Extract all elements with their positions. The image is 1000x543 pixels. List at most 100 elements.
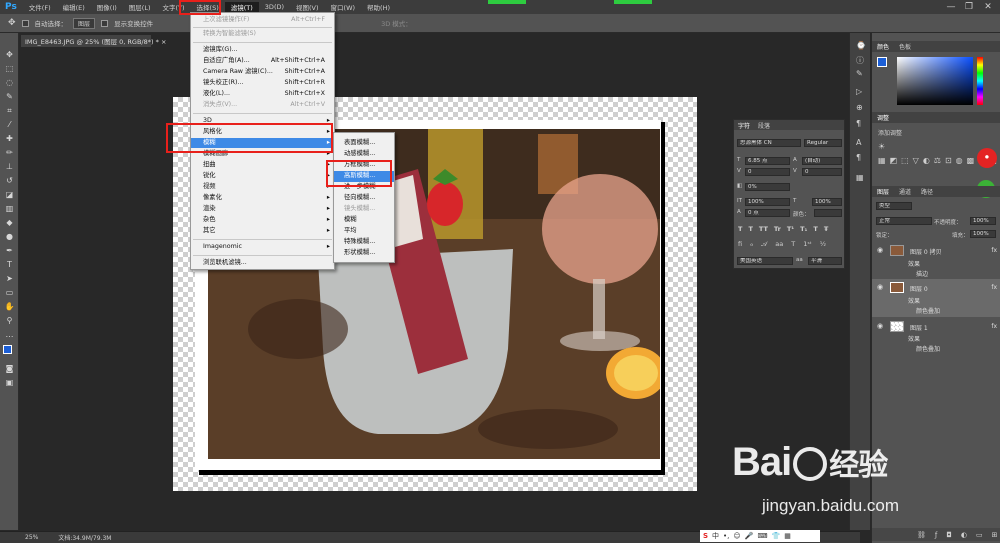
move-tool-icon[interactable]: ✥ (8, 18, 16, 28)
menu-view[interactable]: 视图(V) (290, 2, 325, 12)
menu-item-other[interactable]: 其它 ▸ (191, 226, 334, 236)
stamp-tool-icon[interactable]: ⊥ (4, 161, 15, 172)
actions-panel-icon[interactable]: ▷ (856, 87, 862, 96)
baseline-input[interactable]: 0 点 (745, 209, 790, 217)
text-color-swatch[interactable] (814, 209, 842, 217)
underline-button[interactable]: T (813, 225, 817, 234)
show-transform-checkbox[interactable] (101, 19, 109, 27)
menu-3d[interactable]: 3D(D) (259, 3, 290, 11)
link-layers-icon[interactable]: ⛓ (917, 531, 926, 539)
layer-row[interactable]: ◉ 图层 0 拷贝 fx 效果 描边 (872, 243, 1000, 279)
properties-panel-icon[interactable]: ⓘ (856, 55, 864, 66)
close-tab-icon[interactable]: × (161, 38, 166, 46)
dodge-tool-icon[interactable]: ● (4, 231, 15, 242)
gradient-tool-icon[interactable]: ▥ (4, 203, 15, 214)
opacity-input[interactable]: 100% (970, 217, 996, 225)
menu-item-noise[interactable]: 杂色 ▸ (191, 215, 334, 225)
pen-tool-icon[interactable]: ✒ (4, 245, 15, 256)
menu-item-pixelate[interactable]: 像素化 ▸ (191, 193, 334, 203)
new-layer-icon[interactable]: ⊞ (992, 531, 998, 539)
superscript-button[interactable]: T¹ (787, 225, 794, 234)
ime-tools-icon[interactable]: ▦ (784, 532, 791, 540)
blur-tool-icon[interactable]: ◆ (4, 217, 15, 228)
path-select-tool-icon[interactable]: ➤ (4, 273, 15, 284)
ime-emoji-icon[interactable]: ☺ (733, 532, 740, 540)
faux-bold-button[interactable]: T (738, 225, 742, 234)
eraser-tool-icon[interactable]: ◪ (4, 189, 15, 200)
menu-layer[interactable]: 图层(L) (123, 2, 157, 12)
visibility-eye-icon[interactable]: ◉ (877, 322, 883, 330)
close-window-button[interactable]: ✕ (981, 0, 995, 14)
menu-item-camera-raw[interactable]: Camera Raw 滤镜(C)... Shift+Ctrl+A (191, 67, 334, 77)
auto-select-dropdown[interactable]: 图层 (73, 17, 96, 29)
eyedropper-tool-icon[interactable]: ⁄ (4, 119, 15, 130)
tab-paragraph[interactable]: 段落 (758, 121, 770, 130)
ime-keyboard-icon[interactable]: ⌨ (757, 532, 767, 540)
fill-input[interactable]: 100% (970, 230, 996, 238)
font-style-select[interactable]: Regular (804, 139, 842, 147)
healing-tool-icon[interactable]: ✚ (4, 133, 15, 144)
foreground-color-swatch[interactable] (3, 345, 12, 354)
menu-help[interactable]: 帮助(H) (361, 2, 396, 12)
type-tool-icon[interactable]: T (4, 259, 15, 270)
add-mask-icon[interactable]: ◘ (946, 531, 952, 539)
tab-layers[interactable]: 图层 (877, 187, 889, 196)
menu-item-render[interactable]: 渲染 ▸ (191, 204, 334, 214)
edit-toolbar-icon[interactable]: … (4, 329, 15, 340)
visibility-eye-icon[interactable]: ◉ (877, 283, 883, 291)
crop-tool-icon[interactable]: ⌗ (4, 105, 15, 116)
leading-input[interactable]: (自动) (802, 157, 842, 165)
adjustment-icons[interactable]: ☀▦◩⬚▽◐⚖⊡◍▩⬡◳ (878, 140, 997, 170)
menu-item-convert-smart-filter[interactable]: 转换为智能滤镜(S) (191, 29, 334, 39)
hand-tool-icon[interactable]: ✋ (4, 301, 15, 312)
menu-item-last-filter[interactable]: 上次滤镜操作(F) Alt+Ctrl+F (191, 15, 334, 25)
menu-item-vanishing-point[interactable]: 消失点(V)... Alt+Ctrl+V (191, 100, 334, 110)
menu-item-adaptive-wide-angle[interactable]: 自适应广角(A)... Alt+Shift+Ctrl+A (191, 56, 334, 66)
shape-tool-icon[interactable]: ▭ (4, 287, 15, 298)
tab-paths[interactable]: 路径 (921, 187, 933, 196)
blend-mode-select[interactable]: 正常 (876, 217, 932, 225)
screen-mode-icon[interactable]: ▣ (4, 377, 15, 388)
strikethrough-button[interactable]: Ŧ (824, 225, 828, 234)
move-tool-icon[interactable]: ✥ (4, 49, 15, 60)
document-tab[interactable]: IMG_E8463.JPG @ 25% (图层 0, RGB/8*) * × (21, 35, 166, 47)
submenu-item-lens-blur[interactable]: 镜头模糊... (334, 204, 394, 215)
tab-character[interactable]: 字符 (738, 121, 750, 130)
menu-item-filter-gallery[interactable]: 滤镜库(G)... (191, 45, 334, 55)
layer-kind-filter[interactable]: 类型 (876, 202, 912, 210)
menu-window[interactable]: 窗口(W) (325, 2, 362, 12)
ime-logo-icon[interactable]: S (703, 532, 708, 540)
history-panel-icon[interactable]: ⌚ (856, 41, 866, 50)
layer-row[interactable]: ◉ 图层 0 fx 效果 颜色叠加 (872, 279, 1000, 317)
color-picker-field[interactable] (897, 57, 973, 105)
clone-source-icon[interactable]: ⊕ (856, 103, 863, 112)
tsume-input[interactable]: 0% (745, 183, 790, 191)
ime-punct-icon[interactable]: •, (723, 532, 729, 540)
fraction-icon[interactable]: ½ (820, 240, 826, 249)
submenu-item-shape-blur[interactable]: 形状模糊... (334, 248, 394, 259)
kerning-input[interactable]: 0 (745, 168, 790, 176)
history-brush-tool-icon[interactable]: ↺ (4, 175, 15, 186)
menu-item-imagenomic[interactable]: Imagenomic ▸ (191, 242, 334, 252)
font-size-input[interactable]: 6.85 点 (745, 157, 790, 165)
antialias-select[interactable]: 平滑 (808, 257, 842, 265)
brush-panel-icon[interactable]: ✎ (856, 69, 863, 78)
submenu-item-surface-blur[interactable]: 表面模糊... (334, 138, 394, 149)
ordinal-icon[interactable]: 1ˢᵗ (803, 240, 811, 249)
ime-voice-icon[interactable]: 🎤 (745, 532, 754, 540)
submenu-item-blur[interactable]: 模糊 (334, 215, 394, 226)
ime-skin-icon[interactable]: 👕 (772, 532, 781, 540)
menu-item-lens-correction[interactable]: 镜头校正(R)... Shift+Ctrl+R (191, 78, 334, 88)
menu-file[interactable]: 文件(F) (23, 2, 57, 12)
menu-item-sharpen[interactable]: 锐化 ▸ (191, 171, 334, 181)
tab-swatches[interactable]: 色板 (899, 42, 911, 51)
color-fg-swatch[interactable] (877, 57, 887, 67)
auto-select-checkbox[interactable] (21, 19, 29, 27)
horizontal-scale-input[interactable]: 100% (812, 198, 842, 206)
vertical-scale-input[interactable]: 100% (745, 198, 790, 206)
marquee-tool-icon[interactable]: ⬚ (4, 63, 15, 74)
menu-item-liquify[interactable]: 液化(L)... Shift+Ctrl+X (191, 89, 334, 99)
layer-row[interactable]: ◉ 图层 1 fx 效果 颜色叠加 (872, 318, 1000, 354)
subscript-button[interactable]: T₁ (800, 225, 807, 234)
minimize-button[interactable]: — (944, 0, 958, 14)
